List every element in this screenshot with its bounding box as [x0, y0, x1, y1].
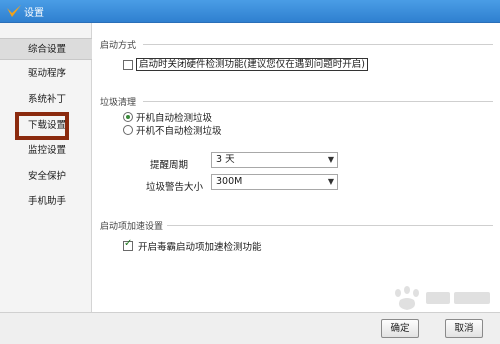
section-title-cleanup: 垃圾清理 — [100, 98, 137, 108]
ok-button[interactable]: 确定 — [381, 319, 419, 338]
annotation-highlight-box — [15, 112, 69, 140]
junk-warning-select[interactable]: 300M ▼ — [211, 174, 338, 190]
sidebar-item-mobile[interactable]: 手机助手 — [0, 191, 92, 213]
section-title-acceleration: 启动项加速设置 — [100, 222, 164, 232]
auto-scan-radio[interactable] — [123, 112, 133, 122]
junk-warning-value: 300M — [216, 176, 243, 187]
acceleration-checkbox[interactable] — [123, 238, 133, 251]
baidu-watermark-logo — [395, 286, 490, 310]
window-title: 设置 — [24, 8, 44, 19]
section-divider — [143, 44, 493, 45]
startup-checkbox[interactable] — [123, 60, 133, 70]
startup-option-label: 启动时关闭硬件检测功能(建议您仅在遇到问题时开启) — [136, 58, 368, 71]
sidebar-item-patches[interactable]: 系统补丁 — [0, 89, 92, 111]
reminder-period-label: 提醒周期 — [150, 160, 189, 171]
acceleration-option-label: 开启毒霸启动项加速检测功能 — [138, 242, 262, 253]
reminder-period-select[interactable]: 3 天 ▼ — [211, 152, 338, 168]
reminder-period-value: 3 天 — [216, 154, 235, 165]
sidebar-item-security[interactable]: 安全保护 — [0, 166, 92, 188]
settings-sidebar: 综合设置 驱动程序 系统补丁 下载设置 监控设置 安全保护 手机助手 — [0, 23, 92, 312]
junk-warning-label: 垃圾警告大小 — [146, 182, 204, 193]
auto-scan-label: 开机自动检测垃圾 — [136, 113, 213, 124]
no-auto-scan-radio[interactable] — [123, 125, 133, 135]
section-title-startup: 启动方式 — [100, 41, 137, 51]
title-bar[interactable]: 设置 — [0, 0, 500, 23]
section-divider — [167, 225, 493, 226]
app-logo-icon — [7, 5, 21, 17]
no-auto-scan-label: 开机不自动检测垃圾 — [136, 126, 222, 137]
settings-panel: 启动方式 启动时关闭硬件检测功能(建议您仅在遇到问题时开启) 垃圾清理 开机自动… — [93, 23, 500, 312]
chevron-down-icon: ▼ — [327, 177, 334, 186]
section-divider — [143, 101, 493, 102]
sidebar-item-general[interactable]: 综合设置 — [0, 38, 92, 60]
chevron-down-icon: ▼ — [327, 155, 334, 164]
cancel-button[interactable]: 取消 — [445, 319, 483, 338]
dialog-footer: 确定 取消 — [0, 312, 500, 344]
sidebar-item-monitor[interactable]: 监控设置 — [0, 140, 92, 162]
sidebar-item-drivers[interactable]: 驱动程序 — [0, 63, 92, 85]
